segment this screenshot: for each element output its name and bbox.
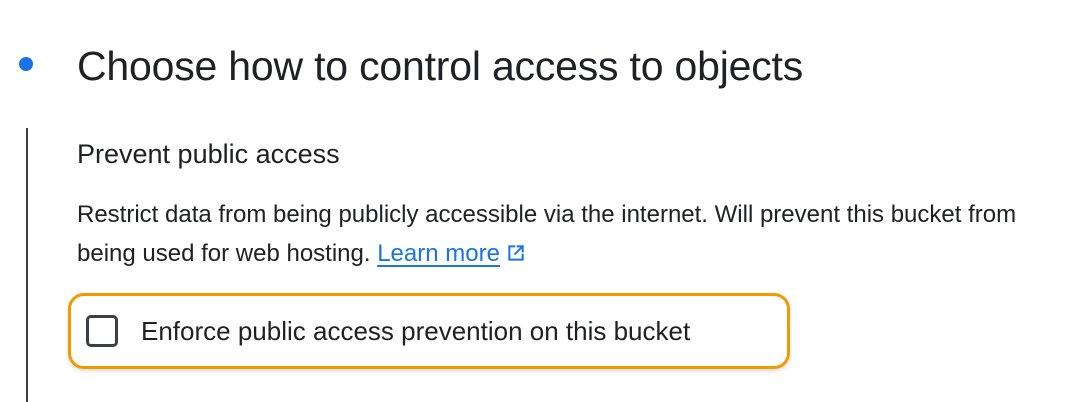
- section-heading: Prevent public access: [77, 139, 340, 169]
- section-description: Restrict data from being publicly access…: [77, 195, 1057, 275]
- enforce-public-access-prevention-checkbox[interactable]: [86, 315, 118, 347]
- step-bullet: [19, 57, 33, 71]
- section-description-text: Restrict data from being publicly access…: [77, 201, 1017, 267]
- enforce-public-access-prevention-option[interactable]: Enforce public access prevention on this…: [86, 313, 690, 349]
- checkbox-label: Enforce public access prevention on this…: [141, 316, 691, 346]
- learn-more-link[interactable]: Learn more: [377, 240, 500, 267]
- learn-more-label: Learn more: [377, 240, 500, 267]
- step-rail: [26, 128, 28, 402]
- external-link-icon[interactable]: [506, 236, 526, 275]
- step-title: Choose how to control access to objects: [77, 43, 804, 89]
